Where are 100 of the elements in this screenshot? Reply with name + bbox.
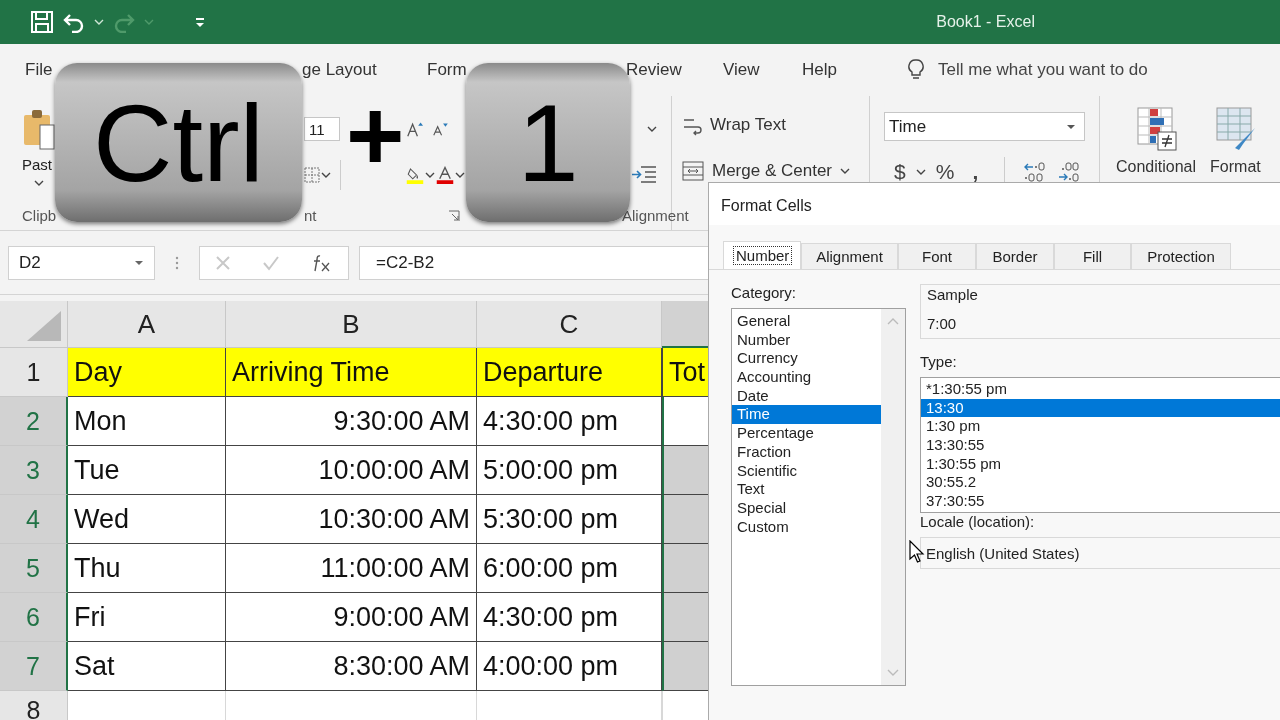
merge-cells-icon — [682, 161, 704, 181]
group-label: nt — [304, 207, 317, 224]
fill-color-icon[interactable] — [406, 166, 424, 184]
wrap-text-button[interactable]: Wrap Text — [682, 106, 869, 144]
caret-icon[interactable] — [647, 125, 657, 133]
dialog-tab[interactable]: Font — [898, 243, 976, 269]
row-header[interactable]: 8 — [0, 691, 68, 720]
dialog-tab[interactable]: Border — [976, 243, 1054, 269]
customize-icon[interactable] — [194, 15, 206, 29]
increase-decimal-icon[interactable] — [1023, 161, 1048, 183]
list-item[interactable]: Percentage — [732, 424, 881, 443]
table-cell: 11:00:00 AM — [226, 544, 477, 593]
tell-me-search[interactable]: Tell me what you want to do — [908, 59, 1280, 81]
table-cell: Departure — [477, 348, 662, 397]
ribbon-tab[interactable]: File — [25, 56, 53, 84]
percent-button[interactable]: % — [935, 160, 955, 184]
table-cell: Tue — [68, 446, 226, 495]
name-box[interactable]: D2 — [8, 245, 155, 280]
type-list[interactable]: *1:30:55 pm 13:30 1:30 pm 13:30:55 1:30:55 pm 30:55.2 37:30:55 — [920, 377, 1280, 513]
shrink-font-icon[interactable] — [432, 122, 448, 136]
list-item[interactable]: 30:55.2 — [921, 473, 1280, 493]
list-item[interactable]: Text — [732, 480, 881, 499]
lightbulb-icon — [908, 59, 924, 81]
font-size-field[interactable]: 11 — [304, 117, 340, 141]
save-icon[interactable] — [30, 10, 54, 34]
column-header[interactable]: B — [226, 301, 477, 348]
caret-icon — [1066, 122, 1076, 131]
keyboard-key: Ctrl — [55, 63, 302, 222]
list-item[interactable]: Special — [732, 498, 881, 518]
row-header[interactable]: 1 — [0, 348, 68, 397]
caret-icon[interactable] — [34, 179, 44, 187]
list-item[interactable]: *1:30:55 pm — [921, 380, 1280, 399]
row-header[interactable]: 3 — [0, 446, 68, 495]
list-item[interactable]: 13:30:55 — [921, 436, 1280, 455]
table-cell: 9:00:00 AM — [226, 593, 477, 642]
paste-icon[interactable] — [22, 107, 56, 151]
dialog-tab[interactable]: Protection — [1131, 243, 1231, 269]
conditional-format-icon — [1134, 106, 1179, 154]
caret-icon[interactable] — [915, 168, 926, 176]
row-header[interactable]: 7 — [0, 642, 68, 691]
undo-icon[interactable] — [62, 11, 86, 33]
ribbon-tab[interactable]: ge Layout — [302, 56, 377, 84]
field-label: Locale (location): — [920, 513, 1036, 531]
dialog-tab[interactable]: Alignment — [801, 243, 898, 269]
locale-dropdown[interactable]: English (United States) — [920, 537, 1280, 569]
ribbon-tab[interactable]: View — [723, 56, 760, 84]
ribbon-tab[interactable]: Help — [802, 56, 837, 84]
ribbon-tab[interactable]: Form — [427, 56, 467, 84]
decrease-decimal-icon[interactable] — [1057, 161, 1082, 183]
grow-font-icon[interactable] — [406, 121, 424, 137]
indent-icon[interactable] — [631, 165, 657, 185]
column-header[interactable]: A — [68, 301, 226, 348]
category-list[interactable]: General Number Currency Accounting Date Time Percentage Fraction Scientific Text Special Custom — [731, 308, 906, 686]
list-item[interactable]: 1:30:55 pm — [921, 454, 1280, 474]
row-header[interactable]: 2 — [0, 397, 68, 446]
table-cell: Mon — [68, 397, 226, 446]
font-color-icon[interactable] — [436, 166, 454, 184]
dialog-tab[interactable]: Fill — [1054, 243, 1131, 269]
scrollbar[interactable] — [881, 309, 905, 685]
ribbon-tab[interactable]: Review — [626, 56, 682, 84]
number-format-dropdown[interactable]: Time — [884, 112, 1085, 141]
list-item[interactable]: Scientific — [732, 461, 881, 481]
scroll-down-icon — [887, 669, 899, 677]
table-cell: Arriving Time — [226, 348, 477, 397]
column-header[interactable]: C — [477, 301, 662, 348]
dialog-title: Format Cells — [709, 183, 1280, 225]
table-cell: Wed — [68, 495, 226, 544]
caret-icon — [144, 18, 154, 26]
list-item[interactable]: 1:30 pm — [921, 417, 1280, 437]
paste-button[interactable]: Past — [22, 156, 52, 173]
list-item[interactable]: General — [732, 312, 881, 331]
group-label: Alignment — [622, 207, 689, 224]
sample-value: 7:00 — [927, 315, 958, 332]
caret-icon[interactable] — [321, 171, 331, 179]
mouse-cursor-icon — [909, 540, 925, 564]
list-item[interactable]: Fraction — [732, 442, 881, 462]
plus-sign: + — [346, 100, 405, 170]
table-cell: 8:30:00 AM — [226, 642, 477, 691]
comma-style-button[interactable]: , — [964, 160, 987, 184]
table-cell: Thu — [68, 544, 226, 593]
list-item[interactable]: Time — [732, 405, 881, 425]
group-label: Sample — [927, 286, 979, 303]
caret-icon[interactable] — [840, 167, 850, 175]
row-header[interactable]: 4 — [0, 495, 68, 544]
list-item[interactable]: 13:30 — [921, 398, 1280, 418]
dialog-launcher-icon[interactable] — [448, 209, 460, 222]
list-item[interactable]: Number — [732, 330, 881, 350]
list-item[interactable]: Custom — [732, 517, 881, 537]
dialog-tab[interactable]: Number — [723, 241, 801, 269]
table-cell: Sat — [68, 642, 226, 691]
caret-icon[interactable] — [455, 171, 465, 179]
row-header[interactable]: 6 — [0, 593, 68, 642]
row-header[interactable]: 5 — [0, 544, 68, 593]
scroll-up-icon — [887, 317, 899, 325]
caret-icon[interactable] — [425, 171, 435, 179]
drag-handle-icon — [175, 254, 179, 271]
currency-button[interactable]: $ — [894, 160, 906, 184]
table-cell: 9:30:00 AM — [226, 397, 477, 446]
table-cell: Day — [68, 348, 226, 397]
list-item[interactable]: 37:30:55 — [921, 492, 1280, 511]
